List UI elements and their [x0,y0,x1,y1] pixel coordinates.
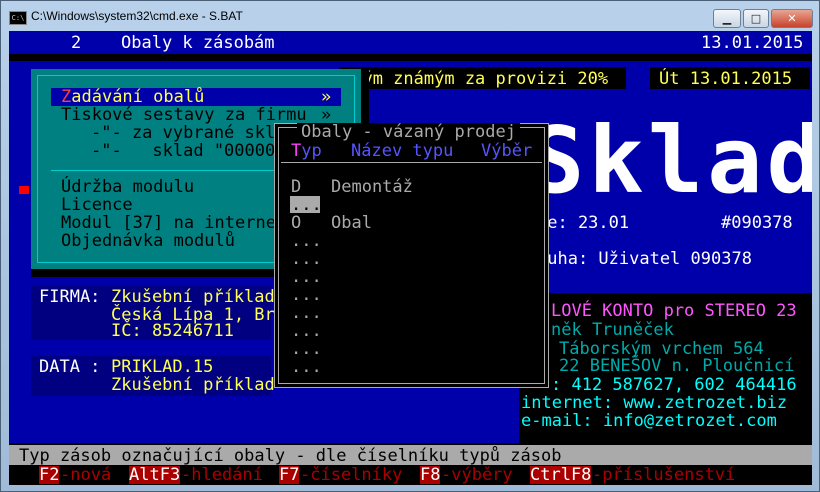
maximize-icon: □ [750,12,762,25]
close-icon: ✕ [787,12,797,25]
menu-item-label: adávání obalů [71,87,205,107]
altf3-label[interactable]: -hledání [181,466,263,484]
firma-name: Zkušební příklad [111,287,275,307]
menu-hotkey: Z [61,87,72,107]
contact-person: něk Truněček [551,320,674,340]
minimize-icon: ▁ [722,12,732,25]
data-name: Zkušební příklad [111,375,275,395]
ctrlf8-key[interactable]: CtrlF8 [530,466,592,484]
ctrlf8-label[interactable]: -příslušenství [592,466,735,484]
user-text: luha: Uživatel 090378 [537,249,752,269]
status-text: Typ zásob označující obaly - dle číselní… [19,446,562,466]
contact-city: 22 BENEŠOV n. Ploučnicí [559,356,795,376]
title-bar[interactable]: C:\ C:\Windows\system32\cmd.exe - S.BAT … [1,1,819,31]
table-row-typ[interactable]: ... [291,250,322,268]
column-header-vyber[interactable]: Výběr [481,142,532,160]
table-row-typ[interactable]: ... [291,322,322,340]
console-icon[interactable]: C:\ [9,11,27,25]
data-file: PRIKLAD.15 [111,357,214,377]
table-row-nazev[interactable]: Obal [331,214,372,232]
menu-item-modul-internet[interactable]: Modul [37] na interne [61,214,276,232]
menu-item-vybrane-sklady[interactable]: -"- za vybrané skl [91,124,275,142]
window-title: C:\Windows\system32\cmd.exe - S.BAT [31,9,243,23]
close-button[interactable]: ✕ [771,9,813,28]
maximize-button[interactable]: □ [743,9,769,28]
table-row-typ[interactable]: ... [291,196,322,214]
marker-square [19,186,29,194]
module-number: 2 [71,33,82,53]
menu-item-sklad[interactable]: -"- sklad "00000 [91,142,275,160]
console-area[interactable]: 2 Obaly k zásobám 13.01.2015 svým známým… [9,31,812,485]
table-row-typ[interactable]: O [291,214,301,232]
table-row-typ[interactable]: ... [291,358,322,376]
menu-item-objednavka[interactable]: Objednávka modulů [61,232,235,250]
column-header-nazev[interactable]: Název typu [351,142,453,160]
menu-arrow: » [321,87,332,107]
firma-ic: IČ: 85246711 [111,321,234,341]
module-title: Obaly k zásobám [121,33,275,53]
menu-item-zadavani[interactable]: Zadávání obalů [61,88,204,106]
table-row-typ[interactable]: ... [291,304,322,322]
table-row-nazev[interactable]: Demontáž [331,178,413,196]
banner-text: svým známým za provizi 20% [342,69,609,89]
banner-date: Út 13.01.2015 [659,69,793,89]
build-text: #090378 [721,213,793,233]
big-logo: Sklady [529,107,812,214]
f8-key[interactable]: F8 [420,466,441,484]
contact-email: e-mail: info@zetrozet.com [521,411,777,431]
table-row-typ[interactable]: ... [291,286,322,304]
contact-phone: : 412 587627, 602 464416 [551,375,797,395]
table-row-typ[interactable]: ... [291,268,322,286]
col-hotkey: T [291,141,302,161]
column-header-typ[interactable]: Typ [291,142,322,160]
contact-web: internet: www.zetrozet.biz [521,393,788,413]
popup-header-divider [281,162,542,163]
table-row-typ[interactable]: D [291,178,301,196]
minimize-button[interactable]: ▁ [713,9,741,28]
contact-konto: LOVÉ KONTO pro STEREO 23 [551,301,797,321]
menu-item-tiskove[interactable]: Tiskové sestavy za firmu [61,106,307,124]
f2-key[interactable]: F2 [39,466,60,484]
f8-label[interactable]: -výběry [441,466,513,484]
version-text: ze: 23.01 [537,213,630,233]
f7-label[interactable]: -číselníky [300,466,402,484]
popup-title: Obaly - vázaný prodej [297,123,520,141]
altf3-key[interactable]: AltF3 [129,466,181,484]
data-label: DATA : [39,357,101,377]
header-date: 13.01.2015 [701,33,804,53]
menu-item-udrzba[interactable]: Údržba modulu [61,178,194,196]
table-row-typ[interactable]: ... [291,340,322,358]
table-row-typ[interactable]: ... [291,232,322,250]
col-typ-label: yp [301,141,322,161]
console-window: C:\ C:\Windows\system32\cmd.exe - S.BAT … [0,0,820,492]
firma-label: FIRMA: [39,287,101,307]
menu-item-licence[interactable]: Licence [61,196,133,214]
f2-label[interactable]: -nová [60,466,112,484]
f7-key[interactable]: F7 [279,466,300,484]
